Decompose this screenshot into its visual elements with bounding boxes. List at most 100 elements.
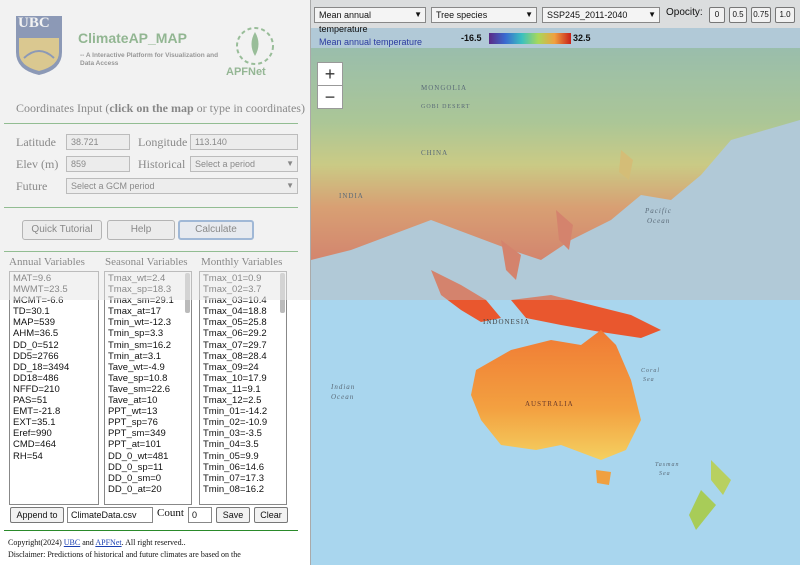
- elev-input[interactable]: 859: [66, 156, 130, 172]
- list-item[interactable]: Tave_at=10: [108, 395, 188, 406]
- list-item[interactable]: Tmax_12=2.5: [203, 395, 283, 406]
- zoom-out-button[interactable]: −: [317, 85, 343, 109]
- list-item[interactable]: Tmax_sp=18.3: [108, 284, 188, 295]
- list-item[interactable]: DD_0_sp=11: [108, 462, 188, 473]
- opacity-05-button[interactable]: 0.5: [729, 7, 747, 23]
- opacity-10-button[interactable]: 1.0: [775, 7, 795, 23]
- list-item[interactable]: Tmin_03=-3.5: [203, 428, 283, 439]
- list-item[interactable]: PPT_sm=349: [108, 428, 188, 439]
- list-item[interactable]: Tmax_at=17: [108, 306, 188, 317]
- apfnet-link[interactable]: APFNet: [95, 538, 121, 547]
- coordinates-title: Coordinates Input (click on the map or t…: [16, 101, 305, 116]
- filename-input[interactable]: ClimateData.csv: [67, 507, 153, 523]
- legend-max: 32.5: [573, 33, 591, 43]
- list-item[interactable]: Tmax_11=9.1: [203, 384, 283, 395]
- list-item[interactable]: DD_0_at=20: [108, 484, 188, 495]
- list-item[interactable]: Tmin_02=-10.9: [203, 417, 283, 428]
- list-item[interactable]: Tmax_07=29.7: [203, 340, 283, 351]
- append-to-button[interactable]: Append to: [10, 507, 64, 523]
- list-item[interactable]: Tmax_08=28.4: [203, 351, 283, 362]
- list-item[interactable]: DD_18=3494: [13, 362, 95, 373]
- list-item[interactable]: DD_0_wt=481: [108, 451, 188, 462]
- list-item[interactable]: AHM=36.5: [13, 328, 95, 339]
- historical-label: Historical: [138, 157, 186, 171]
- help-button[interactable]: Help: [107, 220, 175, 240]
- save-button[interactable]: Save: [216, 507, 250, 523]
- list-item[interactable]: Tmax_wt=2.4: [108, 273, 188, 284]
- longitude-input[interactable]: 113.140: [190, 134, 298, 150]
- variable-select-value: Mean annual temperature: [319, 10, 372, 34]
- map-view[interactable]: Mean annual temperature ▼ Tree species ▼ S…: [311, 0, 800, 565]
- list-item[interactable]: EXT=35.1: [13, 417, 95, 428]
- list-item[interactable]: Tmin_sm=16.2: [108, 340, 188, 351]
- map-label-china: CHINA: [421, 149, 449, 157]
- list-item[interactable]: PPT_sp=76: [108, 417, 188, 428]
- opacity-075-button[interactable]: 0.75: [751, 7, 771, 23]
- count-input[interactable]: 0: [188, 507, 212, 523]
- divider: [4, 530, 298, 531]
- list-item[interactable]: Tave_sm=22.6: [108, 384, 188, 395]
- species-select[interactable]: Tree species ▼: [431, 7, 537, 23]
- scenario-select[interactable]: SSP245_2011-2040 ▼: [542, 7, 660, 23]
- list-item[interactable]: CMD=464: [13, 439, 95, 450]
- list-item[interactable]: Tmin_04=3.5: [203, 439, 283, 450]
- list-item[interactable]: MAT=9.6: [13, 273, 95, 284]
- list-item[interactable]: TD=30.1: [13, 306, 95, 317]
- list-item[interactable]: Tmax_sm=29.1: [108, 295, 188, 306]
- list-item[interactable]: MWMT=23.5: [13, 284, 95, 295]
- list-item[interactable]: Tmin_06=14.6: [203, 462, 283, 473]
- divider: [4, 251, 298, 252]
- list-item[interactable]: Tmin_at=3.1: [108, 351, 188, 362]
- zoom-in-button[interactable]: +: [317, 62, 343, 86]
- list-item[interactable]: Tmin_01=-14.2: [203, 406, 283, 417]
- ubc-link[interactable]: UBC: [64, 538, 80, 547]
- list-item[interactable]: Tave_sp=10.8: [108, 373, 188, 384]
- calculate-button[interactable]: Calculate: [178, 220, 254, 240]
- clear-button[interactable]: Clear: [254, 507, 288, 523]
- scrollbar[interactable]: [185, 273, 190, 313]
- list-item[interactable]: Tmin_07=17.3: [203, 473, 283, 484]
- list-item[interactable]: Tmax_06=29.2: [203, 328, 283, 339]
- list-item[interactable]: PPT_wt=13: [108, 406, 188, 417]
- list-item[interactable]: PPT_at=101: [108, 439, 188, 450]
- list-item[interactable]: Tave_wt=-4.9: [108, 362, 188, 373]
- list-item[interactable]: Tmax_04=18.8: [203, 306, 283, 317]
- historical-select[interactable]: Select a period ▼: [190, 156, 298, 172]
- list-item[interactable]: Tmax_05=25.8: [203, 317, 283, 328]
- list-item[interactable]: Tmax_10=17.9: [203, 373, 283, 384]
- list-item[interactable]: DD_0=512: [13, 340, 95, 351]
- quick-tutorial-button[interactable]: Quick Tutorial: [22, 220, 102, 240]
- coordinates-title-prefix: Coordinates Input (: [16, 101, 110, 115]
- list-item[interactable]: Tmin_05=9.9: [203, 451, 283, 462]
- list-item[interactable]: Tmax_01=0.9: [203, 273, 283, 284]
- map-label-australia: AUSTRALIA: [525, 400, 574, 408]
- list-item[interactable]: Tmax_03=10.4: [203, 295, 283, 306]
- latitude-input[interactable]: 38.721: [66, 134, 130, 150]
- monthly-variables-list[interactable]: Tmax_01=0.9 Tmax_02=3.7 Tmax_03=10.4 Tmax_0…: [199, 271, 287, 505]
- list-item[interactable]: MCMT=-6.6: [13, 295, 95, 306]
- list-item[interactable]: Tmin_sp=3.3: [108, 328, 188, 339]
- list-item[interactable]: EMT=-21.8: [13, 406, 95, 417]
- list-item[interactable]: Tmax_09=24: [203, 362, 283, 373]
- map-label-indonesia: INDONESIA: [483, 318, 531, 326]
- list-item[interactable]: Tmin_wt=-12.3: [108, 317, 188, 328]
- list-item[interactable]: DD_0_sm=0: [108, 473, 188, 484]
- list-item[interactable]: DD5=2766: [13, 351, 95, 362]
- list-item[interactable]: PAS=51: [13, 395, 95, 406]
- divider: [4, 123, 298, 124]
- list-item[interactable]: Tmin_08=16.2: [203, 484, 283, 495]
- future-select[interactable]: Select a GCM period ▼: [66, 178, 298, 194]
- annual-variables-list[interactable]: MAT=9.6 MWMT=23.5 MCMT=-6.6 TD=30.1 MAP=539 A…: [9, 271, 99, 505]
- list-item[interactable]: RH=54: [13, 451, 95, 462]
- scrollbar[interactable]: [280, 273, 285, 313]
- list-item[interactable]: MAP=539: [13, 317, 95, 328]
- list-item[interactable]: Eref=990: [13, 428, 95, 439]
- variable-select[interactable]: Mean annual temperature ▼: [314, 7, 426, 34]
- seasonal-variables-list[interactable]: Tmax_wt=2.4 Tmax_sp=18.3 Tmax_sm=29.1 Tmax_…: [104, 271, 192, 505]
- opacity-0-button[interactable]: 0: [709, 7, 725, 23]
- list-item[interactable]: NFFD=210: [13, 384, 95, 395]
- list-item[interactable]: DD18=486: [13, 373, 95, 384]
- list-item[interactable]: Tmax_02=3.7: [203, 284, 283, 295]
- basemap: [311, 28, 800, 565]
- map-label-india: INDIA: [339, 192, 364, 200]
